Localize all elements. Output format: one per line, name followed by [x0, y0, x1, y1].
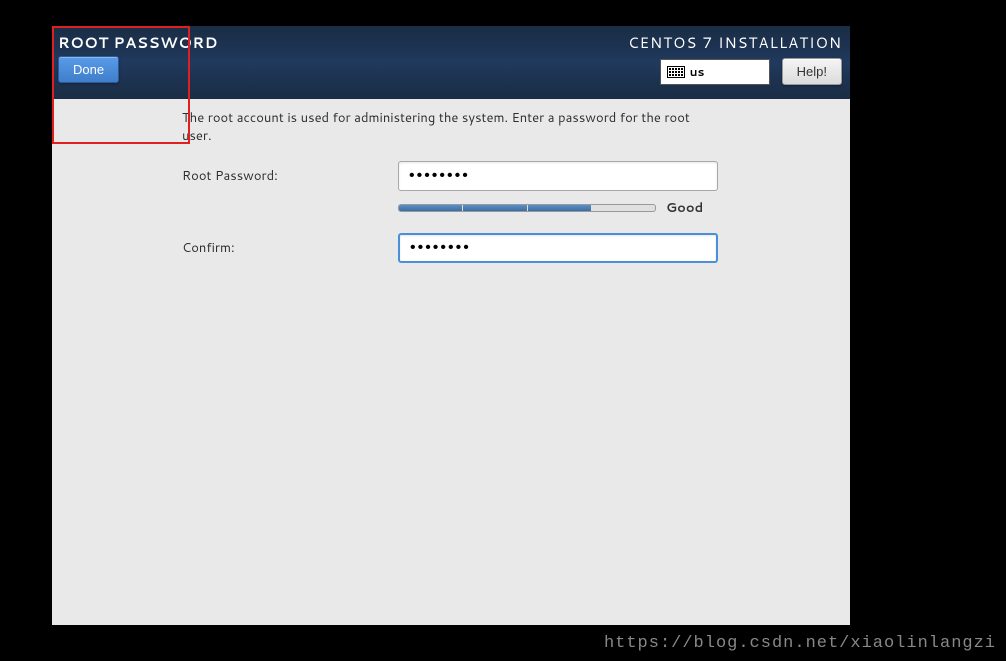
root-password-input[interactable]: [398, 161, 718, 191]
confirm-password-input[interactable]: [398, 233, 718, 263]
help-button[interactable]: Help!: [782, 58, 842, 85]
confirm-label: Confirm:: [182, 239, 398, 257]
header-right-row: us Help!: [660, 58, 842, 85]
strength-segment: [399, 205, 463, 211]
strength-segment: [463, 205, 527, 211]
header-left: ROOT PASSWORD Done: [58, 32, 218, 91]
keyboard-icon: [667, 66, 685, 78]
keyboard-layout-selector[interactable]: us: [660, 59, 770, 85]
content-area: The root account is used for administeri…: [52, 99, 850, 263]
confirm-row: Confirm:: [182, 233, 720, 263]
strength-segment: [592, 205, 655, 211]
strength-segment: [528, 205, 592, 211]
password-row: Root Password:: [182, 161, 720, 191]
password-label: Root Password:: [182, 167, 398, 185]
password-strength-meter: [398, 204, 656, 212]
strength-row: Good: [398, 199, 720, 217]
watermark-text: https://blog.csdn.net/xiaolinlangzi: [604, 634, 996, 653]
installer-window: ROOT PASSWORD Done CENTOS 7 INSTALLATION…: [52, 26, 850, 625]
header-bar: ROOT PASSWORD Done CENTOS 7 INSTALLATION…: [52, 26, 850, 99]
install-title: CENTOS 7 INSTALLATION: [628, 32, 842, 53]
strength-label: Good: [666, 199, 703, 217]
description-text: The root account is used for administeri…: [182, 109, 720, 145]
header-right: CENTOS 7 INSTALLATION us Help!: [628, 32, 842, 91]
keyboard-layout-label: us: [690, 63, 705, 80]
done-button[interactable]: Done: [58, 56, 119, 83]
page-title: ROOT PASSWORD: [58, 32, 218, 53]
